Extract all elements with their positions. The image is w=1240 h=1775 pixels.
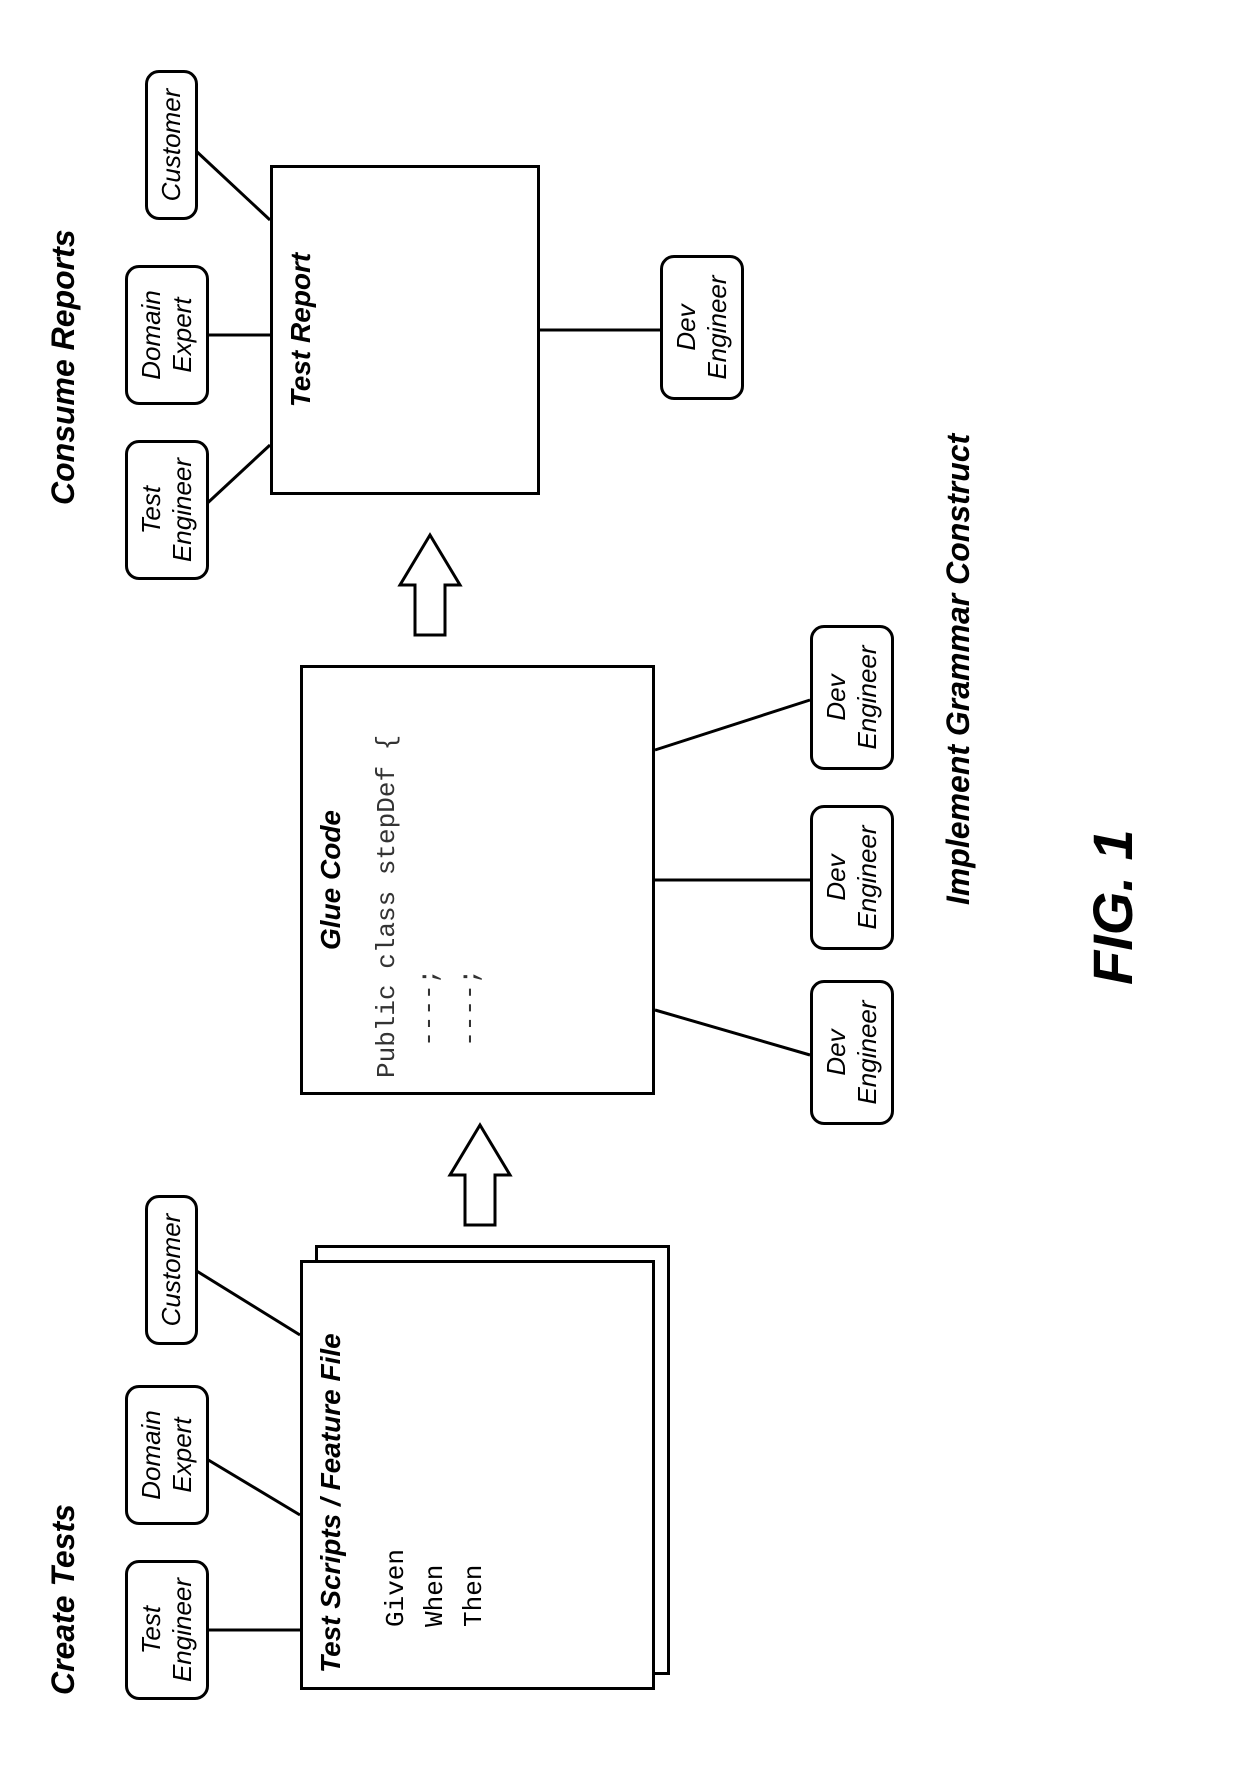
actor-domain-expert-2: DomainExpert	[125, 265, 209, 405]
actor-domain-expert-1: DomainExpert	[125, 1385, 209, 1525]
actor-dev-engineer-1: DevEngineer	[810, 980, 894, 1125]
glue-code-box: Glue Code Public class stepDef { ----; -…	[300, 665, 655, 1095]
actor-customer-1: Customer	[145, 1195, 198, 1345]
actor-dev-engineer-4: DevEngineer	[660, 255, 744, 400]
actor-test-engineer-2: TestEngineer	[125, 440, 209, 580]
actor-customer-2: Customer	[145, 70, 198, 220]
glue-code-title: Glue Code	[303, 668, 347, 1092]
actor-dev-engineer-2: DevEngineer	[810, 805, 894, 950]
feature-file-title: Test Scripts / Feature File	[303, 1263, 347, 1687]
test-report-box: Test Report	[270, 165, 540, 495]
feature-file-code: Given When Then	[347, 1263, 504, 1687]
actor-test-engineer-1: TestEngineer	[125, 1560, 209, 1700]
actor-dev-engineer-3: DevEngineer	[810, 625, 894, 770]
feature-file-box: Test Scripts / Feature File Given When T…	[300, 1260, 655, 1690]
glue-code-code: Public class stepDef { ----; ----;	[347, 668, 512, 1092]
test-report-title: Test Report	[273, 168, 317, 492]
